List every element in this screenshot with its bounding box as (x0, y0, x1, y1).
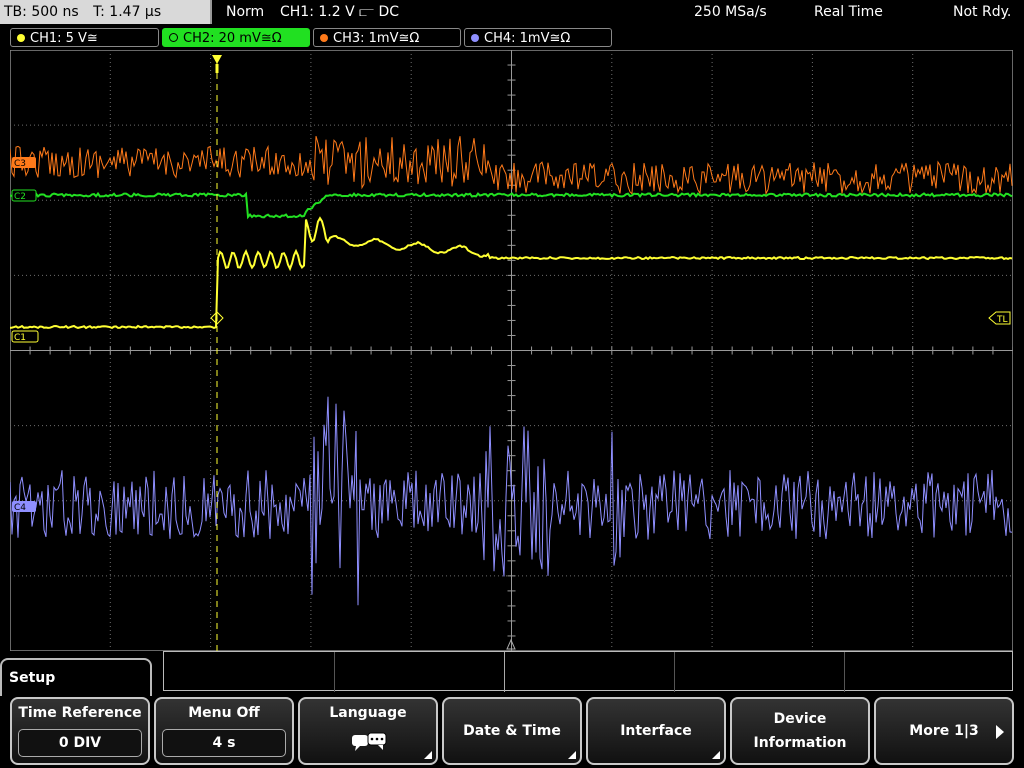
svg-text:C1: C1 (14, 333, 26, 343)
submenu-indicator-icon (712, 751, 720, 759)
svg-text:C3: C3 (14, 159, 26, 169)
menu-off-button[interactable]: Menu Off 4 s (154, 697, 294, 765)
submenu-indicator-icon (568, 751, 576, 759)
ch2-label: CH2: 20 mV≅Ω (183, 31, 282, 46)
channel-tab-ch3[interactable]: CH3: 1mV≅Ω (313, 28, 461, 47)
ch1-label: CH1: 5 V≅ (30, 31, 98, 46)
ch1-color-dot (17, 33, 25, 42)
date-time-button[interactable]: Date & Time (442, 697, 582, 765)
trigger-mode[interactable]: Norm (226, 0, 264, 24)
ch3-marker[interactable]: C3 (12, 157, 36, 169)
svg-text:C4: C4 (14, 503, 26, 513)
speech-bubble-icon (352, 732, 387, 751)
ch4-marker[interactable]: C4 (12, 501, 36, 513)
channel-tab-ch1[interactable]: CH1: 5 V≅ (10, 28, 159, 47)
more-label: More 1|3 (909, 723, 979, 739)
interface-label: Interface (620, 723, 692, 739)
language-label: Language (329, 705, 407, 721)
timebase: TB: 500 ns (4, 4, 79, 20)
ch4-color-dot (471, 33, 479, 42)
info-strip (163, 651, 1013, 692)
channel-tab-ch4[interactable]: CH4: 1mV≅Ω (464, 28, 612, 47)
ch1-marker[interactable]: C1 (11, 330, 39, 343)
ch3-color-dot (320, 33, 328, 42)
ch2-marker[interactable]: C2 (11, 189, 37, 202)
acquisition-state: Not Rdy. (953, 4, 1012, 20)
trigger-time: T: 1.47 µs (93, 4, 162, 20)
time-reference-value: 0 DIV (18, 729, 142, 757)
svg-text:TL: TL (996, 315, 1008, 325)
submenu-indicator-icon (424, 751, 432, 759)
language-button[interactable]: Language (298, 697, 438, 765)
more-button[interactable]: More 1|3 (874, 697, 1014, 765)
time-reference-label: Time Reference (18, 705, 142, 721)
time-reference-button[interactable]: Time Reference 0 DIV (10, 697, 150, 765)
ch2-color-dot (169, 33, 178, 42)
chevron-right-icon (996, 725, 1004, 739)
timebase-box[interactable]: TB: 500 ns T: 1.47 µs (0, 0, 212, 24)
acquisition-mode: Real Time (814, 4, 883, 20)
device-information-label: Device (773, 711, 827, 727)
svg-text:C2: C2 (14, 192, 26, 202)
trigger-setting[interactable]: CH1: 1.2 V ⫍ DC (280, 0, 399, 24)
menu-off-label: Menu Off (188, 705, 260, 721)
sample-rate: 250 MSa/s (694, 4, 767, 20)
channel-tab-ch2[interactable]: CH2: 20 mV≅Ω (162, 28, 310, 47)
ch4-label: CH4: 1mV≅Ω (484, 31, 571, 46)
device-information-button[interactable]: Device Information (730, 697, 870, 765)
menu-off-value: 4 s (162, 729, 286, 757)
ch3-label: CH3: 1mV≅Ω (333, 31, 420, 46)
waveform-display[interactable]: C3 C2 C1 C4 TL (10, 50, 1013, 651)
date-time-label: Date & Time (463, 723, 561, 739)
device-information-label-2: Information (753, 735, 847, 751)
interface-button[interactable]: Interface (586, 697, 726, 765)
menu-title: Setup (0, 658, 152, 696)
status-bar: TB: 500 ns T: 1.47 µs Norm CH1: 1.2 V ⫍ … (0, 0, 1024, 24)
